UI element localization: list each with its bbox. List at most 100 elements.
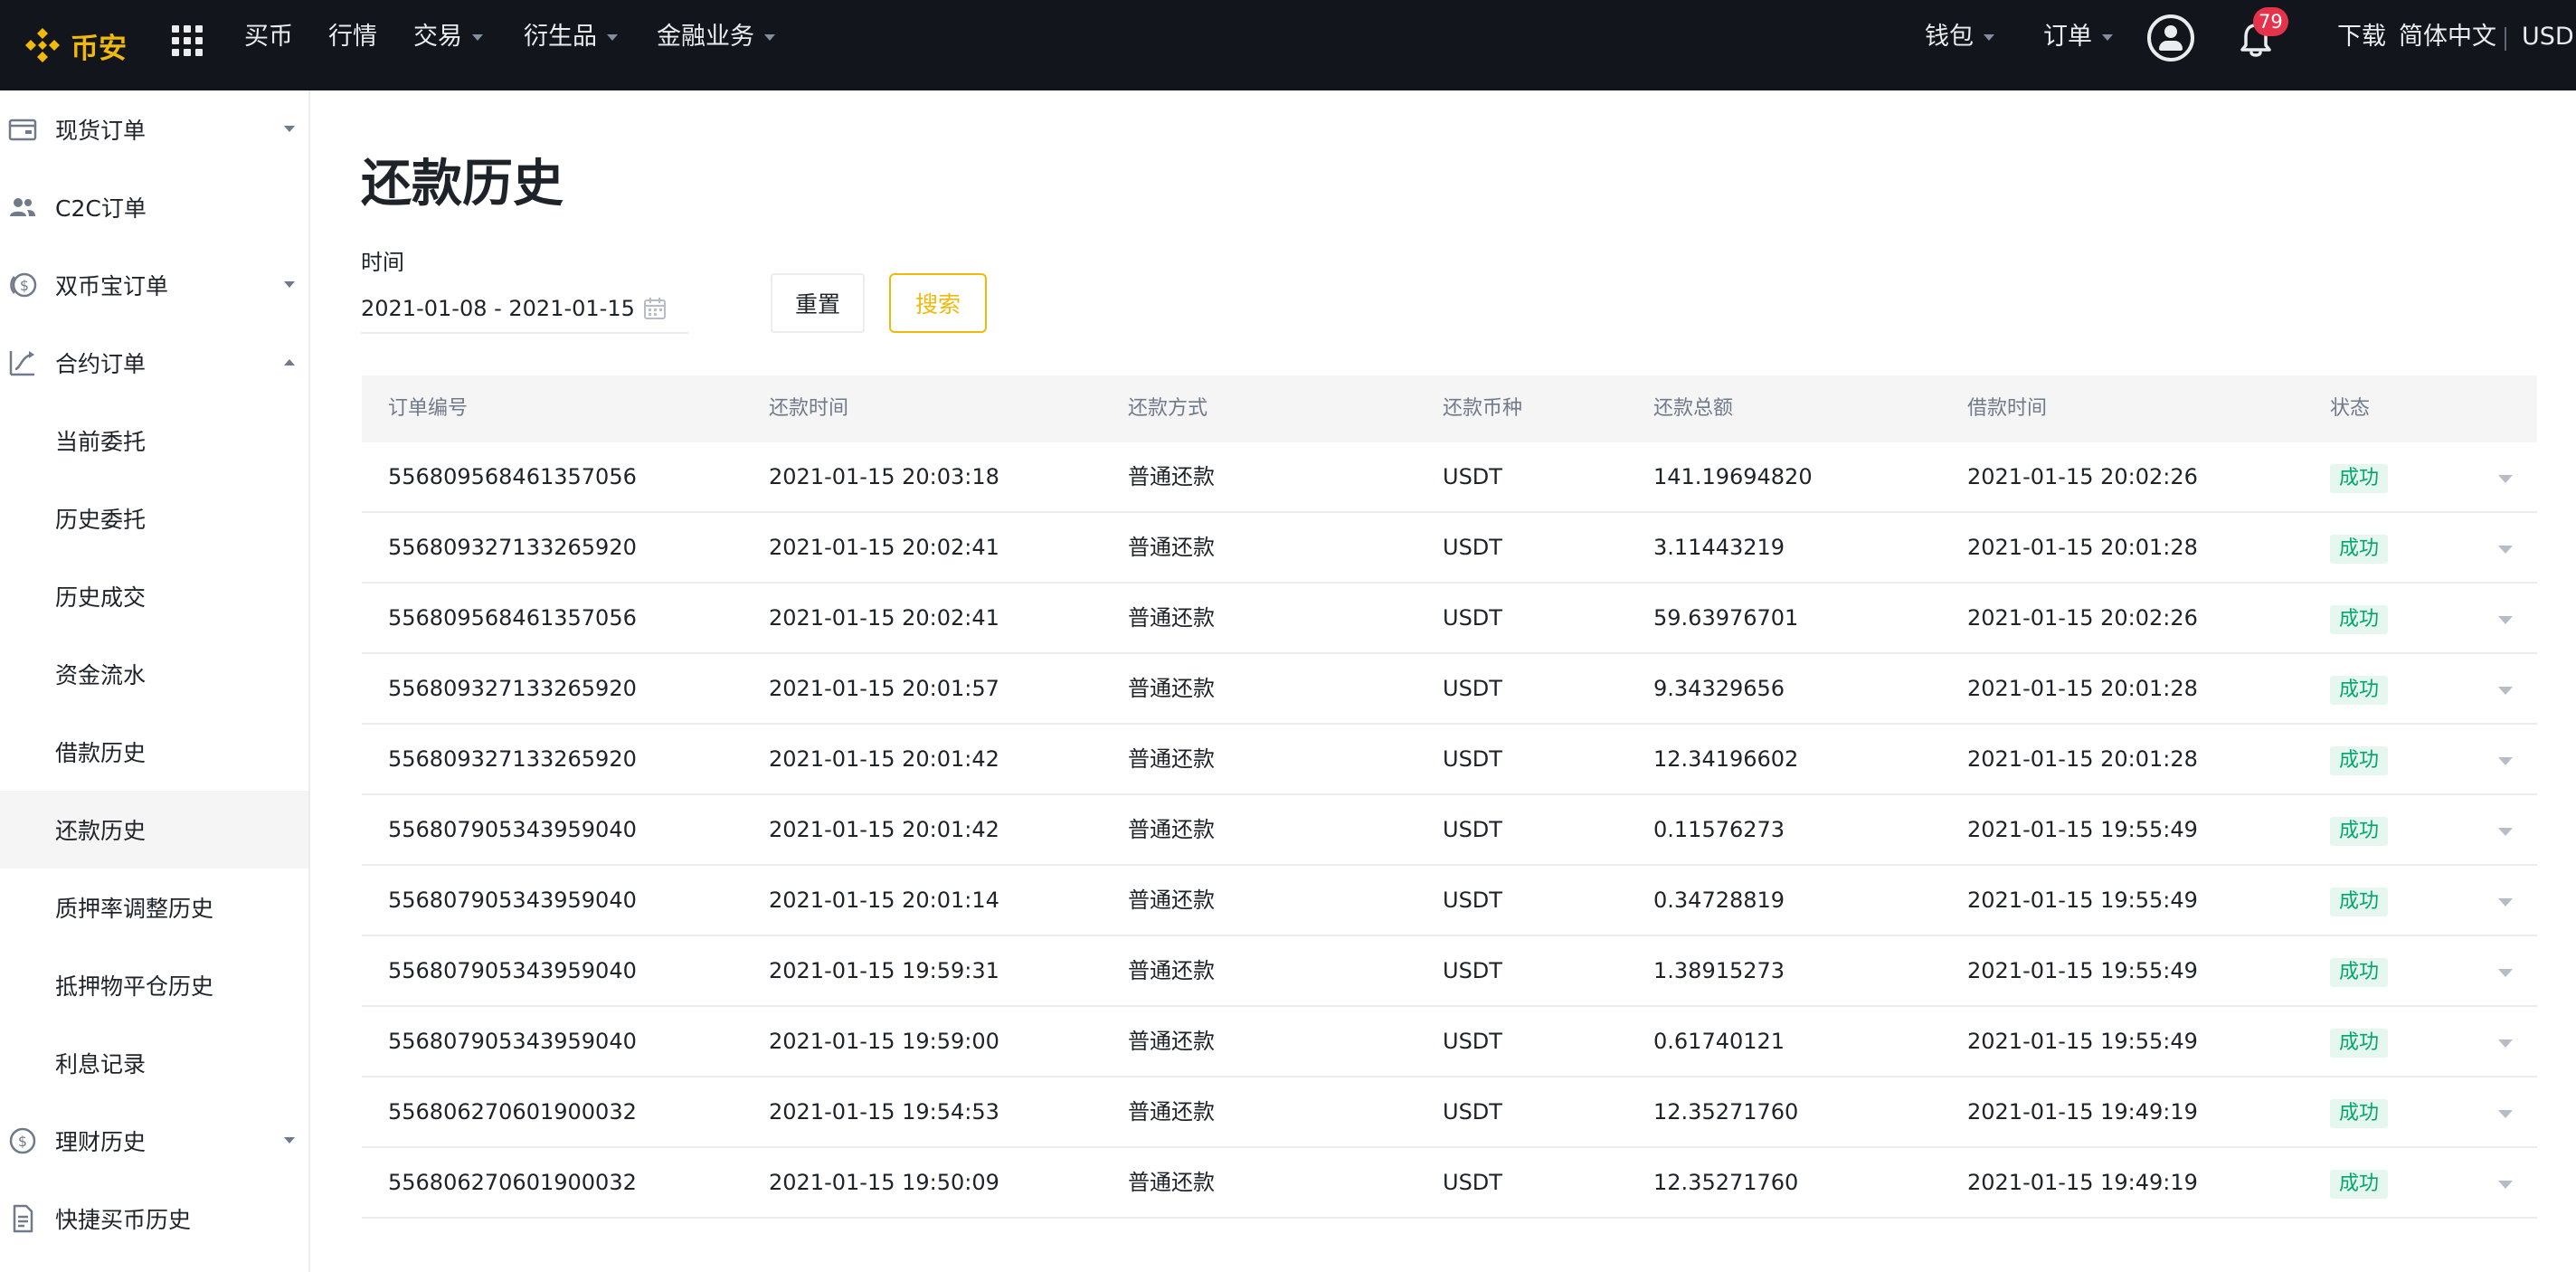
apps-grid-icon[interactable] [170, 24, 203, 56]
table-row[interactable]: 556809327133265920 2021-01-15 20:01:42 普… [362, 725, 2537, 795]
expand-chevron-icon[interactable] [2498, 687, 2513, 695]
table-row[interactable]: 556809327133265920 2021-01-15 20:01:57 普… [362, 654, 2537, 725]
coin-cell: USDT [1443, 888, 1502, 913]
repay-time-cell: 2021-01-15 20:02:41 [769, 535, 999, 560]
expand-chevron-icon[interactable] [2498, 616, 2513, 624]
table-row[interactable]: 556807905343959040 2021-01-15 19:59:00 普… [362, 1007, 2537, 1077]
method-cell: 普通还款 [1128, 888, 1215, 913]
expand-chevron-icon[interactable] [2498, 1181, 2513, 1189]
sidebar-item-transaction-history[interactable]: 资金流水 [0, 635, 308, 713]
binance-logo[interactable]: 币安 [22, 20, 127, 71]
repay-time-cell: 2021-01-15 20:01:57 [769, 676, 999, 701]
table-row[interactable]: 556806270601900032 2021-01-15 19:50:09 普… [362, 1148, 2537, 1219]
sidebar-item-c2c-orders[interactable]: C2C订单 [0, 168, 308, 246]
calendar-icon [644, 298, 666, 319]
sidebar-item-interest-records[interactable]: 利息记录 [0, 1024, 308, 1102]
table-row[interactable]: 556809568461357056 2021-01-15 20:02:41 普… [362, 584, 2537, 654]
svg-text:$: $ [20, 277, 29, 294]
table-row[interactable]: 556806270601900032 2021-01-15 19:54:53 普… [362, 1077, 2537, 1148]
expand-chevron-icon[interactable] [2498, 828, 2513, 836]
coin-cell: USDT [1443, 817, 1502, 842]
repay-time-cell: 2021-01-15 20:01:42 [769, 817, 999, 842]
sidebar-item-ltv-adjustment-history[interactable]: 质押率调整历史 [0, 869, 308, 946]
sidebar-item-label: C2C订单 [55, 195, 147, 222]
order-id-cell: 556809568461357056 [388, 464, 637, 489]
nav-wallet[interactable]: 钱包 [1925, 0, 1994, 74]
nav-buy-crypto[interactable]: 买币 [244, 0, 293, 74]
sidebar-item-label: 借款历史 [55, 740, 147, 766]
nav-markets[interactable]: 行情 [328, 0, 377, 74]
sidebar-item-liquidation-history[interactable]: 抵押物平仓历史 [0, 946, 308, 1024]
method-cell: 普通还款 [1128, 1029, 1215, 1054]
sidebar-item-repayment-history[interactable]: 还款历史 [0, 791, 308, 869]
borrow-time-cell: 2021-01-15 19:49:19 [1967, 1170, 2198, 1195]
sidebar-item-order-history[interactable]: 历史委托 [0, 479, 308, 557]
coin-cell: USDT [1443, 1170, 1502, 1195]
nav-finance[interactable]: 金融业务 [657, 0, 775, 74]
method-cell: 普通还款 [1128, 535, 1215, 560]
nav-download[interactable]: 下载 [2337, 0, 2386, 74]
futures-icon [9, 351, 34, 376]
date-range-picker[interactable]: 2021-01-08 - 2021-01-15 [361, 285, 688, 334]
sidebar-item-label: 快捷买币历史 [55, 1207, 192, 1233]
column-header-borrow-time: 借款时间 [1967, 397, 2048, 420]
repay-time-cell: 2021-01-15 19:50:09 [769, 1170, 999, 1195]
repay-time-cell: 2021-01-15 19:54:53 [769, 1099, 999, 1125]
expand-chevron-icon[interactable] [2498, 1110, 2513, 1118]
nav-trade[interactable]: 交易 [413, 0, 483, 74]
search-button[interactable]: 搜索 [889, 273, 987, 333]
amount-cell: 3.11443219 [1653, 535, 1785, 560]
sidebar-item-label: 利息记录 [55, 1051, 147, 1077]
status-badge: 成功 [2330, 464, 2389, 493]
amount-cell: 12.35271760 [1653, 1170, 1799, 1195]
sidebar-item-earn-history[interactable]: $ 理财历史 [0, 1102, 308, 1180]
table-row[interactable]: 556807905343959040 2021-01-15 20:01:14 普… [362, 866, 2537, 936]
sidebar-item-borrow-history[interactable]: 借款历史 [0, 713, 308, 791]
borrow-time-cell: 2021-01-15 20:02:26 [1967, 464, 2198, 489]
sidebar-item-label: 抵押物平仓历史 [55, 973, 214, 1000]
expand-chevron-icon[interactable] [2498, 757, 2513, 765]
table-header: 订单编号 还款时间 还款方式 还款币种 还款总额 借款时间 状态 [362, 375, 2537, 442]
expand-chevron-icon[interactable] [2498, 1039, 2513, 1048]
dual-coin-icon: $ [10, 272, 37, 298]
expand-chevron-icon[interactable] [2498, 475, 2513, 483]
amount-cell: 0.11576273 [1653, 817, 1785, 842]
nav-orders[interactable]: 订单 [2043, 0, 2113, 74]
borrow-time-cell: 2021-01-15 20:01:28 [1967, 746, 2198, 772]
logo-text: 币安 [71, 32, 127, 65]
repay-time-cell: 2021-01-15 19:59:00 [769, 1029, 999, 1054]
sidebar-item-trade-history[interactable]: 历史成交 [0, 557, 308, 635]
coin-cell: USDT [1443, 1029, 1502, 1054]
expand-chevron-icon[interactable] [2498, 898, 2513, 907]
nav-currency[interactable]: USD [2522, 0, 2574, 74]
coin-cell: USDT [1443, 958, 1502, 983]
table-row[interactable]: 556809568461357056 2021-01-15 20:03:18 普… [362, 442, 2537, 513]
expand-chevron-icon[interactable] [2498, 546, 2513, 554]
table-row[interactable]: 556807905343959040 2021-01-15 19:59:31 普… [362, 936, 2537, 1007]
sidebar-item-futures-orders[interactable]: 合约订单 [0, 324, 308, 402]
expand-chevron-icon[interactable] [2498, 969, 2513, 977]
order-id-cell: 556807905343959040 [388, 817, 637, 842]
status-badge: 成功 [2330, 605, 2389, 634]
amount-cell: 0.34728819 [1653, 888, 1785, 913]
borrow-time-cell: 2021-01-15 19:55:49 [1967, 817, 2198, 842]
sidebar-item-label: 资金流水 [55, 662, 147, 688]
sidebar-item-label: 现货订单 [55, 118, 147, 144]
user-account-icon[interactable] [2147, 14, 2194, 62]
sidebar-item-open-orders[interactable]: 当前委托 [0, 402, 308, 479]
nav-derivatives[interactable]: 衍生品 [524, 0, 618, 74]
coin-cell: USDT [1443, 1099, 1502, 1125]
page-title: 还款历史 [361, 155, 564, 214]
nav-markets-label: 行情 [328, 23, 377, 51]
sidebar-item-label: 双币宝订单 [55, 273, 169, 299]
sidebar-item-quick-buy-history[interactable]: 快捷买币历史 [0, 1180, 308, 1258]
table-row[interactable]: 556807905343959040 2021-01-15 20:01:42 普… [362, 795, 2537, 866]
column-header-status: 状态 [2330, 397, 2371, 420]
table-row[interactable]: 556809327133265920 2021-01-15 20:02:41 普… [362, 513, 2537, 584]
nav-language[interactable]: 简体中文 [2399, 0, 2496, 74]
svg-text:$: $ [18, 1133, 27, 1150]
sidebar-item-spot-orders[interactable]: 现货订单 [0, 90, 308, 168]
repay-time-cell: 2021-01-15 20:02:41 [769, 605, 999, 631]
sidebar-item-dual-investment-orders[interactable]: $ 双币宝订单 [0, 246, 308, 324]
reset-button[interactable]: 重置 [771, 273, 865, 333]
